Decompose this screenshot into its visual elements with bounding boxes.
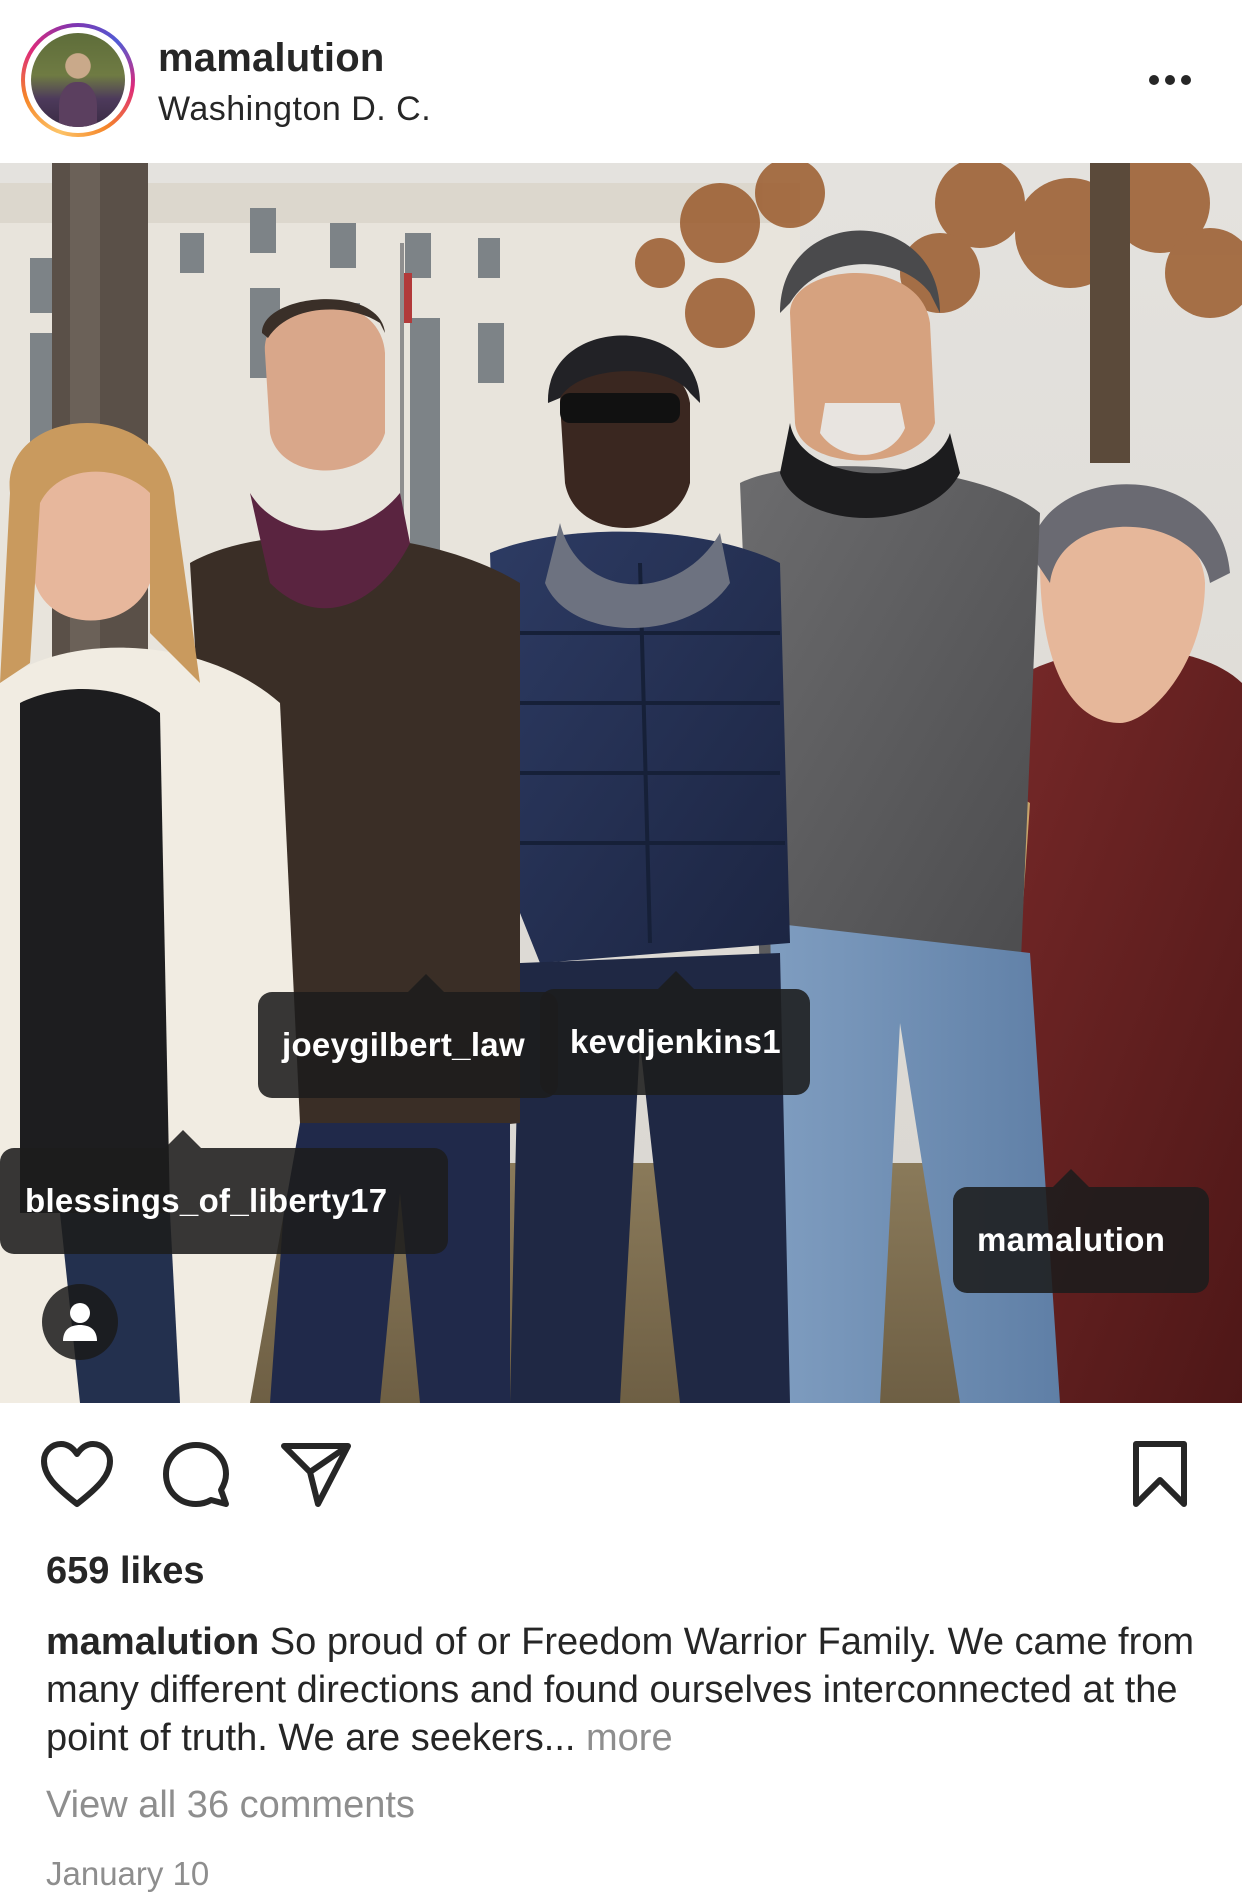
tag-label: joeygilbert_law	[282, 1026, 525, 1063]
tagged-people-button[interactable]	[42, 1284, 118, 1360]
view-all-comments-link[interactable]: View all 36 comments	[46, 1784, 415, 1827]
tag-mamalution[interactable]: mamalution	[953, 1169, 1209, 1293]
post-photo[interactable]: joeygilbert_law kevdjenkins1 blessings_o…	[0, 163, 1242, 1403]
post-location[interactable]: Washington D. C.	[158, 90, 431, 129]
paper-plane-icon	[281, 1443, 351, 1507]
save-button[interactable]	[1130, 1440, 1190, 1510]
likes-count[interactable]: 659 likes	[46, 1550, 204, 1593]
post-date: January 10	[46, 1855, 210, 1892]
caption-more-link[interactable]: more	[575, 1717, 673, 1759]
caption-username[interactable]: mamalution	[46, 1621, 259, 1663]
tag-blessings-of-liberty17[interactable]: blessings_of_liberty17	[0, 1130, 448, 1254]
post-header: mamalution Washington D. C.	[0, 0, 1242, 163]
tag-label: blessings_of_liberty17	[25, 1182, 388, 1219]
avatar[interactable]	[31, 33, 125, 127]
heart-icon	[41, 1441, 113, 1507]
post-username[interactable]: mamalution	[158, 36, 384, 81]
like-button[interactable]	[40, 1440, 114, 1510]
tag-joeygilbert-law[interactable]: joeygilbert_law	[258, 974, 558, 1098]
share-button[interactable]	[280, 1440, 352, 1510]
tag-label: mamalution	[977, 1221, 1166, 1258]
post-caption: mamalution So proud of or Freedom Warrio…	[46, 1618, 1216, 1762]
story-ring[interactable]	[21, 23, 135, 137]
more-options-button[interactable]	[1140, 60, 1200, 100]
tag-label: kevdjenkins1	[570, 1023, 781, 1060]
comment-bubble-icon	[163, 1442, 229, 1507]
more-horizontal-icon	[1149, 75, 1191, 85]
person-icon	[63, 1303, 97, 1341]
tag-kevdjenkins1[interactable]: kevdjenkins1	[540, 971, 810, 1095]
comment-button[interactable]	[160, 1440, 232, 1510]
bookmark-icon	[1133, 1441, 1187, 1507]
